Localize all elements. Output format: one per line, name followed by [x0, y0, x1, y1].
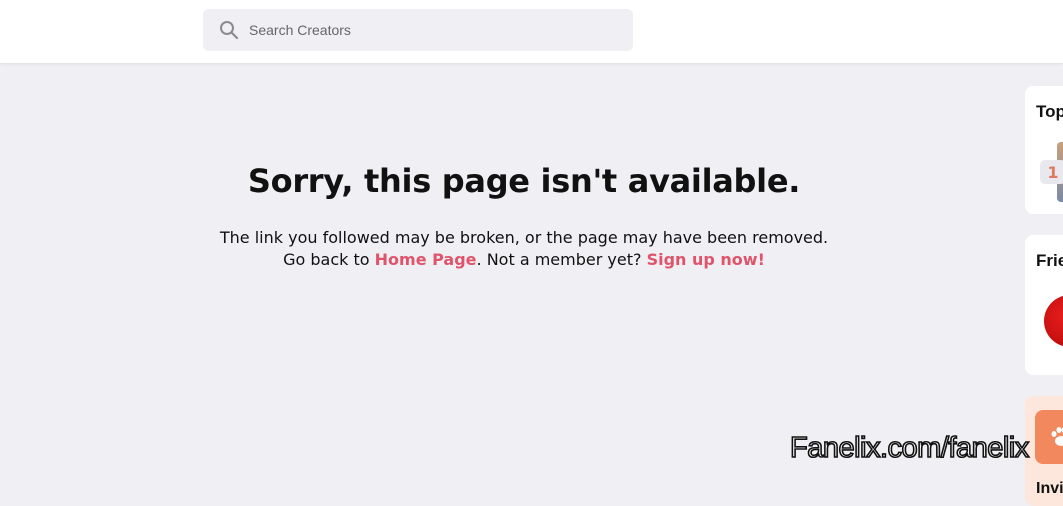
top-creators-card: Top 1	[1025, 86, 1063, 214]
top-creators-title: Top	[1036, 102, 1063, 122]
invite-button[interactable]	[1035, 410, 1063, 464]
top-navigation-bar	[0, 0, 1063, 64]
error-message-text-2: . Not a member yet?	[477, 250, 647, 269]
paw-icon	[1049, 426, 1063, 448]
search-bar[interactable]	[203, 9, 633, 51]
search-input[interactable]	[249, 15, 609, 45]
invite-card: Invi	[1025, 396, 1063, 506]
friends-card-title: Frie	[1036, 251, 1063, 271]
error-title: Sorry, this page isn't available.	[0, 162, 1048, 200]
home-page-link[interactable]: Home Page	[375, 250, 477, 269]
error-message: The link you followed may be broken, or …	[207, 227, 841, 271]
friends-card: Frie	[1025, 235, 1063, 375]
invite-card-title: Invi	[1036, 480, 1063, 498]
watermark: Fanelix.com/fanelix	[790, 432, 1029, 465]
search-icon	[219, 20, 239, 40]
friend-avatar[interactable]	[1044, 295, 1063, 347]
sign-up-link[interactable]: Sign up now!	[647, 250, 765, 269]
rank-badge: 1	[1040, 160, 1063, 184]
